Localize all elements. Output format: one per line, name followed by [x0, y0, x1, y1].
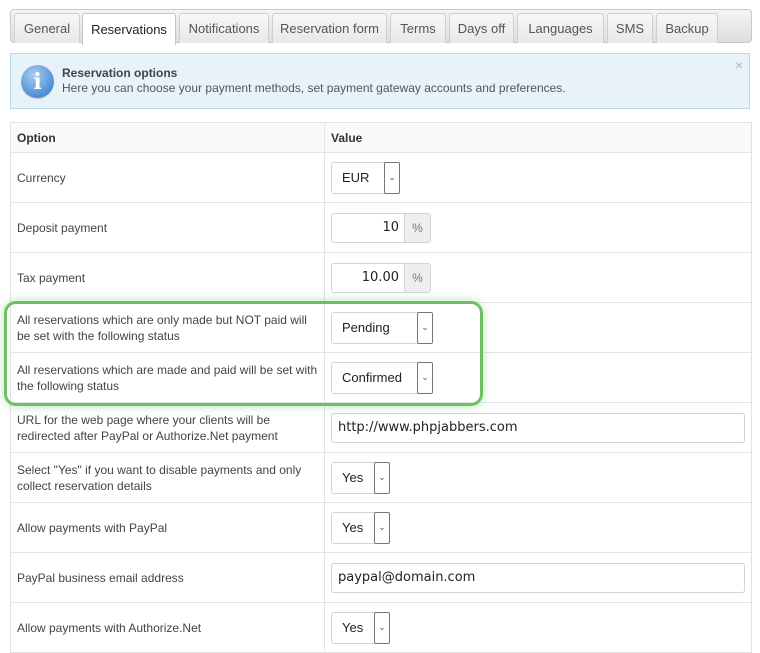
table-row: Allow payments with Authorize.Net Yes ⌄ [10, 602, 752, 653]
info-title: Reservation options [62, 66, 178, 80]
tab-notifications[interactable]: Notifications [179, 13, 269, 43]
tab-reservations[interactable]: Reservations [82, 13, 176, 45]
paid-status-select[interactable]: Confirmed ⌄ [331, 361, 433, 394]
chevron-down-icon: ⌄ [374, 511, 390, 544]
chevron-down-icon: ⌄ [417, 361, 433, 394]
allow-authorize-net-select[interactable]: Yes ⌄ [331, 611, 390, 644]
option-label: All reservations which are only made but… [10, 302, 325, 353]
deposit-payment-field: % [331, 212, 431, 243]
chevron-down-icon: ⌄ [384, 161, 400, 194]
options-table: Option Value Currency EUR ⌄ Deposit paym… [10, 122, 752, 653]
table-row: URL for the web page where your clients … [10, 402, 752, 453]
table-row: All reservations which are only made but… [10, 302, 752, 353]
percent-unit: % [404, 263, 430, 292]
option-label: Deposit payment [10, 202, 325, 253]
info-text: Here you can choose your payment methods… [62, 81, 566, 95]
option-label: Allow payments with PayPal [10, 502, 325, 553]
column-header-value: Value [324, 122, 752, 153]
table-row: Select "Yes" if you want to disable paym… [10, 452, 752, 503]
option-label: Currency [10, 152, 325, 203]
select-value: Yes [342, 520, 364, 535]
table-row: Allow payments with PayPal Yes ⌄ [10, 502, 752, 553]
option-label: All reservations which are made and paid… [10, 352, 325, 403]
paypal-email-input[interactable] [331, 562, 745, 593]
chevron-down-icon: ⌄ [417, 311, 433, 344]
column-header-option: Option [10, 122, 325, 153]
unpaid-status-select[interactable]: Pending ⌄ [331, 311, 433, 344]
info-icon: i [21, 65, 54, 98]
close-icon[interactable]: × [735, 57, 743, 73]
select-value: Yes [342, 620, 364, 635]
table-row: Currency EUR ⌄ [10, 152, 752, 203]
tab-general[interactable]: General [14, 13, 80, 43]
tab-terms[interactable]: Terms [390, 13, 446, 43]
option-label: Allow payments with Authorize.Net [10, 602, 325, 653]
tab-backup[interactable]: Backup [656, 13, 718, 43]
currency-select[interactable]: EUR ⌄ [331, 161, 400, 194]
table-row: Deposit payment % [10, 202, 752, 253]
option-label: Tax payment [10, 252, 325, 303]
info-box: i Reservation options Here you can choos… [10, 53, 750, 109]
tab-languages[interactable]: Languages [517, 13, 604, 43]
select-value: Yes [342, 470, 364, 485]
option-label: Select "Yes" if you want to disable paym… [10, 452, 325, 503]
chevron-down-icon: ⌄ [374, 611, 390, 644]
tab-reservation-form[interactable]: Reservation form [272, 13, 387, 43]
deposit-payment-input[interactable] [332, 213, 404, 242]
tax-payment-input[interactable] [332, 263, 404, 292]
option-label: PayPal business email address [10, 552, 325, 603]
table-header: Option Value [10, 122, 752, 153]
select-value: EUR [342, 170, 370, 185]
table-row: PayPal business email address [10, 552, 752, 603]
redirect-url-input[interactable] [331, 412, 745, 443]
select-value: Confirmed [342, 370, 402, 385]
disable-payments-select[interactable]: Yes ⌄ [331, 461, 390, 494]
tab-bar: General Reservations Notifications Reser… [10, 9, 752, 45]
tab-days-off[interactable]: Days off [449, 13, 514, 43]
table-row: All reservations which are made and paid… [10, 352, 752, 403]
chevron-down-icon: ⌄ [374, 461, 390, 494]
tab-sms[interactable]: SMS [607, 13, 653, 43]
percent-unit: % [404, 213, 430, 242]
allow-paypal-select[interactable]: Yes ⌄ [331, 511, 390, 544]
select-value: Pending [342, 320, 390, 335]
tax-payment-field: % [331, 262, 431, 293]
option-label: URL for the web page where your clients … [10, 402, 325, 453]
table-row: Tax payment % [10, 252, 752, 303]
